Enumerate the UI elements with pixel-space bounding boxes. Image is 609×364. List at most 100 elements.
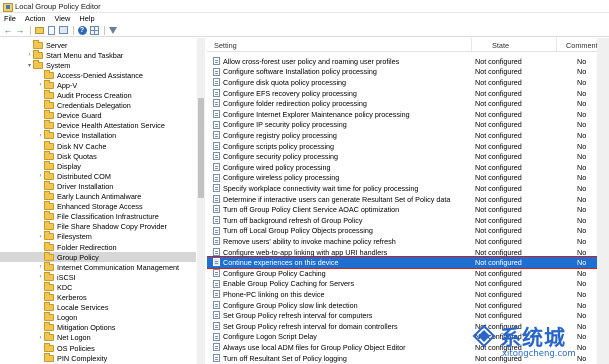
- tree-item[interactable]: Display: [0, 160, 196, 171]
- tree-item[interactable]: KDC: [0, 281, 196, 292]
- policy-setting-icon: [213, 247, 220, 256]
- tree-item[interactable]: Audit Process Creation: [0, 90, 196, 101]
- expand-icon[interactable]: ›: [37, 273, 44, 281]
- policy-row[interactable]: Configure web-to-app linking with app UR…: [207, 247, 597, 258]
- tree-item[interactable]: › Filesystem: [0, 231, 196, 242]
- policy-row[interactable]: Configure folder redirection policy proc…: [207, 98, 597, 109]
- policy-row[interactable]: Configure scripts policy processing Not c…: [207, 141, 597, 152]
- tree-item[interactable]: Access-Denied Assistance: [0, 69, 196, 80]
- export-list-button[interactable]: [58, 25, 68, 35]
- show-hide-tree-button[interactable]: [46, 25, 56, 35]
- tree-item[interactable]: Locale Services: [0, 302, 196, 313]
- menu-view[interactable]: View: [54, 14, 70, 23]
- tree-item[interactable]: › Distributed COM: [0, 170, 196, 181]
- folder-icon: [44, 211, 54, 221]
- policy-row[interactable]: Enable Group Policy Caching for Servers N…: [207, 279, 597, 290]
- tree-item[interactable]: Folder Redirection: [0, 241, 196, 252]
- policy-row[interactable]: Configure EFS recovery policy processing…: [207, 88, 597, 99]
- folder-icon: [44, 150, 54, 160]
- expand-icon[interactable]: ›: [37, 132, 44, 140]
- tree-item[interactable]: Logon: [0, 312, 196, 323]
- tree-item[interactable]: OS Policies: [0, 342, 196, 353]
- tree-item[interactable]: Enhanced Storage Access: [0, 201, 196, 212]
- help-button[interactable]: ?: [77, 25, 87, 35]
- policy-row[interactable]: Configure IP security policy processing N…: [207, 120, 597, 131]
- menu-file[interactable]: File: [4, 14, 16, 23]
- tree-item[interactable]: › iSCSI: [0, 271, 196, 282]
- folder-up-button[interactable]: [34, 25, 44, 35]
- forward-button[interactable]: →: [15, 25, 25, 35]
- expand-icon[interactable]: ›: [37, 233, 44, 241]
- policy-row[interactable]: Configure software Installation policy p…: [207, 67, 597, 78]
- tree-item[interactable]: PIN Complexity: [0, 352, 196, 363]
- policy-row[interactable]: Configure disk quota policy processing No…: [207, 77, 597, 88]
- policy-row[interactable]: Determine if interactive users can gener…: [207, 194, 597, 205]
- policy-setting-name: Specify workplace connectivity wait time…: [223, 183, 419, 193]
- policy-setting-name: Configure Logon Script Delay: [223, 332, 317, 342]
- column-divider[interactable]: [471, 38, 472, 52]
- tree-item[interactable]: › Net Logon: [0, 332, 196, 343]
- back-button[interactable]: ←: [3, 25, 13, 35]
- policy-row[interactable]: Configure Internet Explorer Maintenance …: [207, 109, 597, 120]
- tree-item[interactable]: ▾ System: [0, 59, 196, 70]
- tree-item[interactable]: › Start Menu and Taskbar: [0, 49, 196, 60]
- tree-item[interactable]: Disk NV Cache: [0, 140, 196, 151]
- tree-item[interactable]: Mitigation Options: [0, 322, 196, 333]
- menu-help[interactable]: Help: [79, 14, 94, 23]
- policy-row[interactable]: Configure Group Policy Caching Not config…: [207, 268, 597, 279]
- tree-item[interactable]: File Share Shadow Copy Provider: [0, 221, 196, 232]
- column-divider[interactable]: [556, 38, 557, 52]
- policy-row[interactable]: Specify workplace connectivity wait time…: [207, 183, 597, 194]
- policy-row[interactable]: Configure Group Policy slow link detecti…: [207, 300, 597, 311]
- policy-setting-icon: [213, 163, 220, 171]
- tree-item[interactable]: Device Guard: [0, 110, 196, 121]
- tree-item[interactable]: Driver Installation: [0, 180, 196, 191]
- policy-row[interactable]: Configure wireless policy processing Not …: [207, 173, 597, 184]
- column-header-comment[interactable]: Comment: [566, 41, 598, 50]
- tree-item[interactable]: Credentials Delegation: [0, 100, 196, 111]
- tree-item[interactable]: Group Policy: [0, 251, 196, 263]
- tree-item[interactable]: File Classification Infrastructure: [0, 211, 196, 222]
- tree-item[interactable]: Server: [0, 39, 196, 50]
- tree-item[interactable]: Early Launch Antimalware: [0, 191, 196, 202]
- tree-item[interactable]: Device Health Attestation Service: [0, 120, 196, 131]
- tree-item[interactable]: › App-V: [0, 79, 196, 90]
- expand-icon[interactable]: ›: [37, 334, 44, 342]
- policy-setting-icon: [213, 311, 220, 320]
- column-header-setting[interactable]: Setting: [214, 41, 237, 50]
- expand-icon[interactable]: ›: [37, 81, 44, 89]
- list-scrollbar[interactable]: [597, 38, 609, 364]
- policy-row[interactable]: Allow cross-forest user policy and roami…: [207, 56, 597, 67]
- collapse-icon[interactable]: ▾: [26, 61, 33, 69]
- filter-button[interactable]: [108, 25, 118, 35]
- folder-icon: [44, 100, 54, 110]
- expand-icon[interactable]: ›: [37, 172, 44, 180]
- policy-row[interactable]: Remove users' ability to invoke machine …: [207, 236, 597, 247]
- policy-row[interactable]: Continue experiences on this device Not c…: [207, 256, 598, 269]
- expand-icon[interactable]: ›: [26, 51, 33, 59]
- grid-view-button[interactable]: [89, 25, 99, 35]
- policy-setting-icon: [213, 131, 220, 140]
- expand-icon[interactable]: ›: [37, 263, 44, 271]
- tree-item[interactable]: › Device Installation: [0, 130, 196, 141]
- tree-item[interactable]: › Internet Communication Management: [0, 261, 196, 272]
- tree-item[interactable]: Kerberos: [0, 292, 196, 303]
- policy-row[interactable]: Configure registry policy processing Not …: [207, 130, 597, 141]
- policy-setting-name: Configure Group Policy Caching: [223, 268, 326, 278]
- column-header-state[interactable]: State: [492, 41, 509, 50]
- policy-row[interactable]: Turn off Local Group Policy Objects proc…: [207, 226, 597, 237]
- tree-scrollbar[interactable]: [197, 38, 205, 364]
- tree-scrollbar-thumb[interactable]: [198, 98, 204, 198]
- tree-item[interactable]: Disk Quotas: [0, 150, 196, 161]
- policy-row[interactable]: Configure security policy processing Not …: [207, 151, 597, 162]
- policy-row[interactable]: Configure wired policy processing Not con…: [207, 162, 597, 173]
- policy-row[interactable]: Turn off Group Policy Client Service AOA…: [207, 204, 597, 215]
- policy-row[interactable]: Phone-PC linking on this device Not confi…: [207, 289, 597, 300]
- menu-action[interactable]: Action: [25, 14, 46, 23]
- policy-row[interactable]: Turn off background refresh of Group Pol…: [207, 215, 597, 226]
